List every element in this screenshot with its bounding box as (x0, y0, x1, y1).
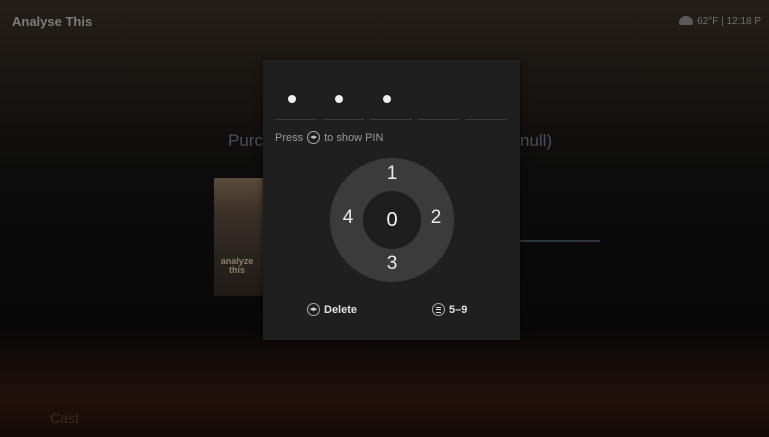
pin-dot (287, 95, 296, 103)
status-bar: 62°F | 12:18 P (679, 16, 761, 27)
delete-label: Delete (324, 303, 358, 316)
digit-3-button[interactable]: 3 (382, 253, 402, 275)
pin-slot-3 (370, 88, 412, 120)
show-pin-hint: Press ◂▸ to show PIN (275, 131, 383, 144)
pin-dot (335, 95, 344, 103)
app-title: Analyse This (12, 14, 93, 29)
status-text: 62°F | 12:18 P (697, 16, 761, 27)
pin-slots (275, 88, 507, 120)
rewind-icon: ◂▸ (307, 303, 320, 316)
movie-poster (214, 178, 264, 296)
digit-2-button[interactable]: 2 (426, 207, 446, 229)
pin-slot-2 (322, 88, 365, 120)
digit-0-button[interactable]: 0 (363, 191, 421, 249)
pin-dot (382, 95, 391, 103)
play-pause-icon: ◂▸ (307, 131, 321, 144)
digit-4-button[interactable]: 4 (338, 207, 358, 229)
pin-entry-dialog: Press ◂▸ to show PIN 1 2 3 4 0 ◂▸ Delete… (263, 60, 520, 340)
hint-prefix: Press (275, 131, 304, 144)
purchase-text-left: Purc (228, 131, 263, 150)
more-digits-label: 5–9 (449, 303, 468, 316)
progress-divider (520, 240, 600, 242)
more-digits-button[interactable]: 5–9 (432, 303, 467, 316)
digit-dial[interactable]: 1 2 3 4 0 (330, 158, 454, 282)
pin-slot-4 (417, 88, 460, 120)
weather-icon (679, 16, 694, 25)
delete-button[interactable]: ◂▸ Delete (307, 303, 357, 316)
digit-1-button[interactable]: 1 (382, 163, 402, 185)
cast-heading: Cast (50, 410, 79, 426)
hint-suffix: to show PIN (324, 131, 384, 144)
pin-slot-5 (465, 88, 507, 120)
poster-title: analyze this (220, 256, 254, 275)
purchase-text-right: null) (520, 131, 553, 150)
pin-slot-1 (275, 88, 317, 120)
menu-icon (432, 303, 445, 316)
